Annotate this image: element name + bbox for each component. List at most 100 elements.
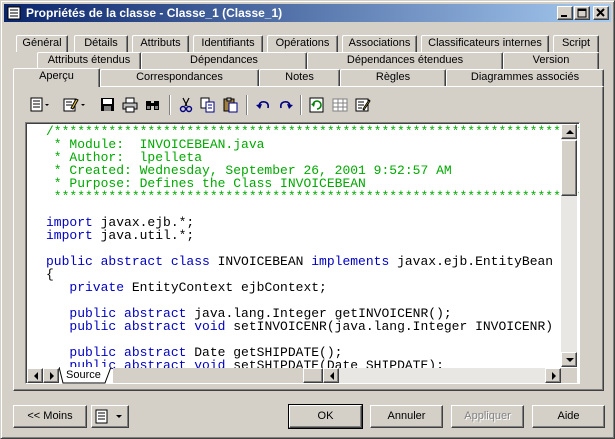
toolbar-separator xyxy=(169,95,171,115)
scroll-down-button[interactable] xyxy=(561,352,577,367)
arrow-left-icon xyxy=(34,372,38,380)
minimize-button[interactable] xyxy=(557,6,573,20)
tab-attributes[interactable]: Attributs xyxy=(132,35,189,52)
code-keyword: public abstract void xyxy=(69,319,226,334)
refresh-button[interactable] xyxy=(307,95,327,115)
tab-notes[interactable]: Notes xyxy=(259,69,340,86)
source-tab[interactable]: Source xyxy=(59,368,111,383)
tab-extended-attributes[interactable]: Attributs étendus xyxy=(37,52,141,69)
paste-button[interactable] xyxy=(221,95,241,115)
scrollbar-corner xyxy=(561,368,577,383)
code-comment: ****************************************… xyxy=(46,189,580,204)
window-title: Propriétés de la classe - Classe_1 (Clas… xyxy=(26,6,283,20)
copy-icon xyxy=(200,97,215,113)
tab-rules[interactable]: Règles xyxy=(340,69,446,86)
scroll-up-button[interactable] xyxy=(561,124,577,139)
code-text: EntityContext ejbContext; xyxy=(124,280,327,295)
tab-row-2: Attributs étendus Dépendances Dépendance… xyxy=(1,52,615,69)
title-bar[interactable]: Propriétés de la classe - Classe_1 (Clas… xyxy=(4,4,611,22)
code-keyword: implements xyxy=(311,254,390,269)
tab-extended-dependencies[interactable]: Dépendances étendues xyxy=(307,52,503,69)
tab-scroll-right-button[interactable] xyxy=(43,368,59,383)
redo-icon xyxy=(280,101,293,109)
code-line: public abstract class INVOICEBEAN implem… xyxy=(46,254,579,269)
arrow-right-icon xyxy=(50,372,54,380)
help-button[interactable]: Aide xyxy=(532,405,605,428)
scroll-left-button[interactable] xyxy=(323,368,339,383)
code-keyword: private xyxy=(69,280,125,295)
print-icon xyxy=(122,97,138,113)
code-line: ****************************************… xyxy=(46,189,580,204)
edit-properties-icon xyxy=(355,98,371,112)
find-button[interactable] xyxy=(143,95,163,115)
close-button[interactable] xyxy=(593,6,609,20)
find-icon xyxy=(146,101,159,110)
tab-version[interactable]: Version xyxy=(503,52,599,69)
arrow-down-icon xyxy=(566,358,574,362)
grid-button[interactable] xyxy=(330,95,350,115)
properties-dropdown-button[interactable] xyxy=(91,405,129,428)
edit-properties-button[interactable] xyxy=(353,95,373,115)
properties-dialog: Propriétés de la classe - Classe_1 (Clas… xyxy=(0,0,615,439)
tab-strip-fill xyxy=(113,368,303,383)
save-button[interactable] xyxy=(98,95,118,115)
scroll-right-button[interactable] xyxy=(545,368,561,383)
undo-icon xyxy=(256,101,269,109)
tab-row-1: Général Détails Attributs Identifiants O… xyxy=(1,35,615,52)
tab-identifiers[interactable]: Identifiants xyxy=(193,35,263,52)
save-icon xyxy=(101,98,114,111)
code-line: private EntityContext ejbContext; xyxy=(46,280,579,295)
cut-button[interactable] xyxy=(176,95,196,115)
refresh-icon xyxy=(309,97,324,113)
edit-menu-icon xyxy=(63,98,85,112)
copy-button[interactable] xyxy=(198,95,218,115)
paste-icon xyxy=(223,97,238,113)
code-line: import java.util.*; xyxy=(46,228,579,243)
toolbar-separator xyxy=(246,95,248,115)
close-icon xyxy=(596,8,605,17)
tab-inner-classifiers[interactable]: Classificateurs internes xyxy=(421,35,549,52)
horizontal-scrollbar[interactable] xyxy=(323,368,561,383)
tab-script[interactable]: Script xyxy=(553,35,599,52)
arrow-right-icon xyxy=(552,372,556,380)
properties-menu-icon xyxy=(30,97,49,112)
tab-associations[interactable]: Associations xyxy=(342,35,417,52)
apply-button[interactable]: Appliquer xyxy=(451,405,524,428)
code-preview-editor[interactable]: /***************************************… xyxy=(25,122,580,384)
tab-related-diagrams[interactable]: Diagrammes associés xyxy=(446,69,604,86)
tab-row-3: Aperçu Correspondances Notes Règles Diag… xyxy=(1,68,615,87)
tab-general[interactable]: Général xyxy=(16,35,68,52)
redo-button[interactable] xyxy=(276,95,296,115)
code-text: setINVOICENR(java.lang.Integer INVOICENR… xyxy=(225,319,554,334)
undo-button[interactable] xyxy=(253,95,273,115)
tab-dependencies[interactable]: Dépendances xyxy=(141,52,307,69)
grid-icon xyxy=(332,98,348,112)
tab-details[interactable]: Détails xyxy=(74,35,128,52)
code-text: javax.ejb.EntityBean xyxy=(389,254,554,269)
tab-preview[interactable]: Aperçu xyxy=(13,68,100,87)
tab-operations[interactable]: Opérations xyxy=(267,35,338,52)
ok-button[interactable]: OK xyxy=(288,404,363,429)
maximize-icon xyxy=(577,8,587,18)
horizontal-scroll-thumb[interactable] xyxy=(303,368,323,383)
code-line: public abstract void setINVOICENR(java.l… xyxy=(46,319,579,334)
vertical-scroll-thumb[interactable] xyxy=(561,140,577,196)
print-button[interactable] xyxy=(120,95,140,115)
edit-menu-button[interactable] xyxy=(61,95,89,115)
maximize-button[interactable] xyxy=(574,6,590,20)
toolbar-separator xyxy=(300,95,302,115)
tab-mappings[interactable]: Correspondances xyxy=(100,69,259,86)
less-button[interactable]: << Moins xyxy=(13,405,87,428)
code-text: INVOICEBEAN xyxy=(209,254,312,269)
tab-scroll-left-button[interactable] xyxy=(27,368,43,383)
code-text: java.util.*; xyxy=(92,228,195,243)
cut-icon xyxy=(179,97,193,113)
code-content: /***************************************… xyxy=(46,125,580,372)
code-keyword: public abstract class xyxy=(46,254,210,269)
window-icon[interactable] xyxy=(7,6,21,20)
minimize-icon xyxy=(561,15,567,17)
cancel-button[interactable]: Annuler xyxy=(370,405,443,428)
list-dropdown-icon xyxy=(95,409,122,424)
properties-menu-button[interactable] xyxy=(28,95,54,115)
arrow-up-icon xyxy=(566,130,574,134)
